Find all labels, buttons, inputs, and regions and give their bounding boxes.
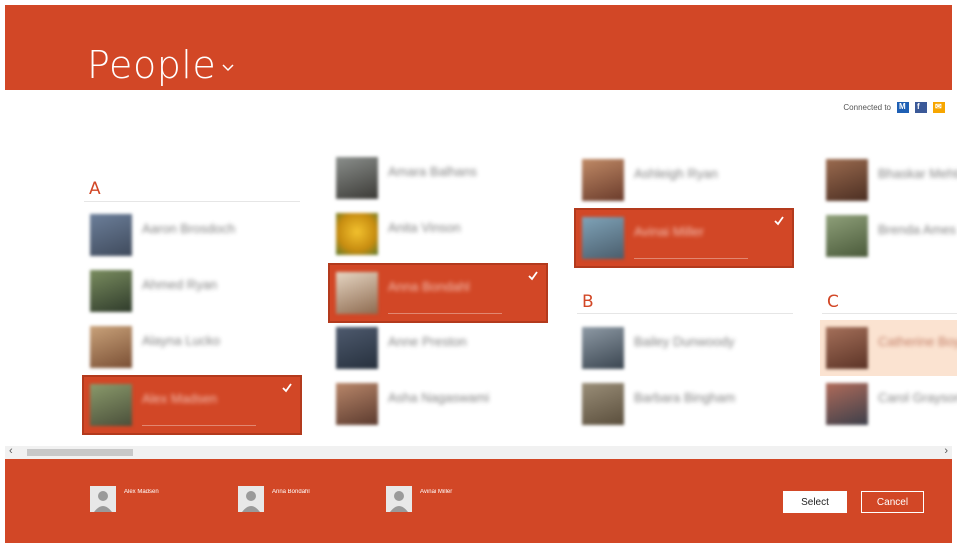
avatar xyxy=(90,270,132,312)
selected-person-name: Alex Madsen xyxy=(124,489,159,495)
group-divider xyxy=(84,201,300,202)
person-name: Anne Preston xyxy=(388,334,467,349)
person-name: Bhaskar Mehta xyxy=(878,166,957,181)
avatar xyxy=(90,326,132,368)
avatar xyxy=(826,383,868,425)
avatar xyxy=(582,159,624,201)
scroll-right-arrow-icon[interactable]: › xyxy=(944,445,948,457)
person-tile[interactable]: Amara Balhans xyxy=(330,150,546,206)
avatar xyxy=(336,327,378,369)
group-letter-b[interactable]: B xyxy=(582,292,594,312)
selection-underline xyxy=(634,258,748,259)
person-tile[interactable]: Asha Nagaswami xyxy=(330,376,546,432)
person-tile-selected[interactable]: Anna Bondahl xyxy=(328,263,548,323)
person-tile[interactable]: Ashleigh Ryan xyxy=(576,152,792,208)
person-tile[interactable]: Aaron Brosdoch xyxy=(84,207,300,263)
mail-icon[interactable]: ✉ xyxy=(933,102,945,113)
person-name: Brenda Ames xyxy=(878,222,957,237)
person-name: Aaron Brosdoch xyxy=(142,221,236,236)
selected-person-chip[interactable]: Alex Madsen xyxy=(90,486,159,512)
horizontal-scrollbar[interactable]: ‹ › xyxy=(5,445,952,459)
avatar xyxy=(336,383,378,425)
person-name: Bailey Dunwoody xyxy=(634,334,735,349)
person-name: Amara Balhans xyxy=(388,164,477,179)
person-name: Avinai Miller xyxy=(634,224,704,239)
person-tile[interactable]: Bailey Dunwoody xyxy=(576,320,792,376)
avatar xyxy=(336,157,378,199)
person-placeholder-icon xyxy=(90,486,116,512)
page-title[interactable]: People xyxy=(87,43,216,87)
person-name: Alayna Lucko xyxy=(142,333,221,348)
avatar xyxy=(582,383,624,425)
selection-app-bar: Alex Madsen Anna Bondahl Avinai Miller S… xyxy=(5,459,952,543)
cancel-button[interactable]: Cancel xyxy=(861,491,924,513)
avatar xyxy=(826,159,868,201)
avatar xyxy=(826,215,868,257)
person-tile[interactable]: Brenda Ames xyxy=(820,208,957,264)
microsoft-icon[interactable]: M xyxy=(897,102,909,113)
scroll-left-arrow-icon[interactable]: ‹ xyxy=(9,445,13,457)
person-placeholder-icon xyxy=(238,486,264,512)
connected-label: Connected to xyxy=(843,103,891,112)
group-letter-c[interactable]: C xyxy=(827,292,839,312)
person-tile-hovered[interactable]: Catherine Boyle xyxy=(820,320,957,376)
person-tile[interactable]: Bhaskar Mehta xyxy=(820,152,957,208)
scrollbar-thumb[interactable] xyxy=(27,449,133,456)
select-button[interactable]: Select xyxy=(783,491,847,513)
selected-person-name: Anna Bondahl xyxy=(272,489,310,495)
group-divider xyxy=(577,313,793,314)
group-divider xyxy=(822,313,957,314)
person-tile[interactable]: Anita Vinson xyxy=(330,206,546,262)
person-tile-selected[interactable]: Avinai Miller xyxy=(574,208,794,268)
person-name: Anita Vinson xyxy=(388,220,461,235)
avatar xyxy=(90,384,132,426)
selection-underline xyxy=(388,313,502,314)
avatar xyxy=(336,272,378,314)
connected-to-bar: Connected to M f ✉ xyxy=(843,102,945,113)
person-name: Ahmed Ryan xyxy=(142,277,218,292)
app-header: People xyxy=(5,5,952,90)
selected-person-name: Avinai Miller xyxy=(420,489,453,495)
person-placeholder-icon xyxy=(386,486,412,512)
selected-person-chip[interactable]: Avinai Miller xyxy=(386,486,452,512)
person-tile[interactable]: Alayna Lucko xyxy=(84,319,300,375)
person-name: Catherine Boyle xyxy=(878,334,957,349)
avatar xyxy=(90,214,132,256)
person-name: Carol Grayson xyxy=(878,390,957,405)
chevron-down-icon[interactable] xyxy=(218,57,238,77)
avatar xyxy=(336,213,378,255)
selected-person-chip[interactable]: Anna Bondahl xyxy=(238,486,310,512)
person-name: Anna Bondahl xyxy=(388,279,470,294)
person-tile[interactable]: Ahmed Ryan xyxy=(84,263,300,319)
person-tile[interactable]: Barbara Bingham xyxy=(576,376,792,432)
person-tile[interactable]: Anne Preston xyxy=(330,320,546,376)
avatar xyxy=(582,217,624,259)
person-tile-selected[interactable]: Alex Madsen xyxy=(82,375,302,435)
person-name: Asha Nagaswami xyxy=(388,390,490,405)
avatar xyxy=(582,327,624,369)
check-icon xyxy=(528,271,538,281)
avatar xyxy=(826,327,868,369)
check-icon xyxy=(282,383,292,393)
group-letter-a[interactable]: A xyxy=(89,179,101,199)
person-tile[interactable]: Carol Grayson xyxy=(820,376,957,432)
selection-underline xyxy=(142,425,256,426)
check-icon xyxy=(774,216,784,226)
person-name: Barbara Bingham xyxy=(634,390,736,405)
person-name: Alex Madsen xyxy=(142,391,218,406)
person-name: Ashleigh Ryan xyxy=(634,166,718,181)
facebook-icon[interactable]: f xyxy=(915,102,927,113)
